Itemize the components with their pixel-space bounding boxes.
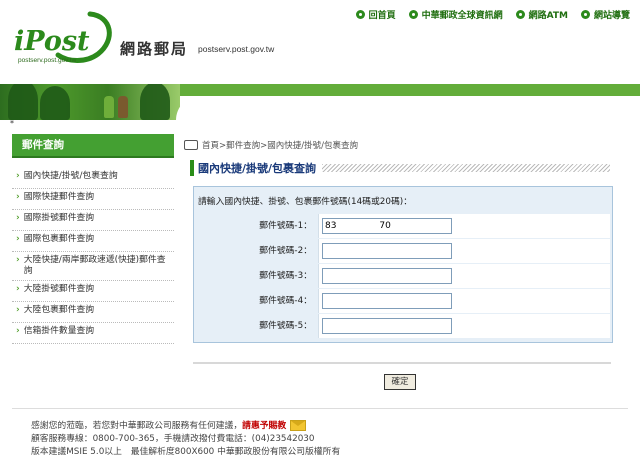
- form-row: 郵件號碼-3：: [196, 264, 610, 288]
- form-row: 郵件號碼-4：: [196, 289, 610, 313]
- nav-home[interactable]: 回首頁: [355, 8, 396, 21]
- mail-icon[interactable]: [290, 420, 307, 431]
- bullet-icon: [355, 10, 365, 19]
- tree-shape: [8, 84, 38, 120]
- sidebar-item-label[interactable]: 國內快捷/掛號/包裹查詢: [24, 171, 118, 182]
- chevron-right-icon: ›: [16, 234, 20, 244]
- title-marker: [190, 160, 194, 176]
- divider: [193, 362, 611, 364]
- mail-number-input-4[interactable]: [322, 293, 452, 309]
- nav-global-site-label[interactable]: 中華郵政全球資訊網: [422, 8, 503, 21]
- nav-sitemap[interactable]: 網站導覽: [580, 8, 630, 21]
- query-form: 請輸入國內快捷、掛號、包裹郵件號碼(14碼或20碼)： 郵件號碼-1： 郵件號碼…: [193, 186, 613, 343]
- field-cell: [318, 264, 610, 288]
- footer-copyright: 版本建議MSIE 5.0以上 最佳解析度800X600 中華郵政股份有限公司版權…: [31, 447, 341, 457]
- footer-thanks: 感謝您的蒞臨，若您對中華郵政公司服務有任何建議，: [31, 421, 243, 431]
- title-stripes: [322, 164, 610, 172]
- chevron-right-icon: ›: [16, 326, 20, 336]
- form-row: 郵件號碼-1：: [196, 214, 610, 238]
- sidebar-item-intl-parcel[interactable]: › 國際包裹郵件查詢: [12, 231, 174, 252]
- sidebar-item-mainland-parcel[interactable]: › 大陸包裹郵件查詢: [12, 302, 174, 323]
- sidebar: 郵件查詢 › 國內快捷/掛號/包裹查詢 › 國際快捷郵件查詢 › 國際掛號郵件查詢 ›…: [12, 134, 174, 344]
- footer-divider: [12, 408, 628, 409]
- star-mark: *: [10, 119, 14, 128]
- field-cell: [318, 214, 610, 238]
- confirm-button[interactable]: 確定: [384, 374, 416, 390]
- chevron-right-icon: ›: [16, 192, 20, 202]
- field-cell: [318, 239, 610, 263]
- breadcrumb-text[interactable]: 首頁>郵件查詢>國內快捷/掛號/包裹查詢: [202, 139, 358, 151]
- field-label: 郵件號碼-4：: [196, 289, 318, 313]
- child-figure: [104, 96, 114, 118]
- field-cell: [318, 289, 610, 313]
- mail-number-input-5[interactable]: [322, 318, 452, 334]
- sidebar-item-label[interactable]: 大陸快捷/兩岸郵政速遞(快捷)郵件查詢: [24, 255, 174, 277]
- field-label: 郵件號碼-2：: [196, 239, 318, 263]
- sidebar-title: 郵件查詢: [12, 134, 174, 158]
- home-icon: [184, 140, 198, 150]
- field-cell: [318, 314, 610, 338]
- sidebar-item-label[interactable]: 國際包裹郵件查詢: [24, 234, 94, 245]
- breadcrumb: 首頁>郵件查詢>國內快捷/掛號/包裹查詢: [184, 139, 358, 151]
- field-label: 郵件號碼-1：: [196, 214, 318, 238]
- field-label: 郵件號碼-3：: [196, 264, 318, 288]
- tree-shape: [140, 84, 170, 120]
- sidebar-item-pobox-count[interactable]: › 信箱掛件數量查詢: [12, 323, 174, 344]
- mail-number-input-1[interactable]: [322, 218, 452, 234]
- sidebar-item-label[interactable]: 大陸包裹郵件查詢: [24, 305, 94, 316]
- page-title-bar: 國內快捷/掛號/包裹查詢: [190, 158, 610, 178]
- child-figure: [118, 96, 128, 118]
- banner-curve: [176, 96, 640, 120]
- sidebar-item-label[interactable]: 國際快捷郵件查詢: [24, 192, 94, 203]
- chevron-right-icon: ›: [16, 255, 20, 265]
- site-url: postserv.post.gov.tw: [198, 44, 275, 54]
- mail-number-input-3[interactable]: [322, 268, 452, 284]
- bullet-icon: [408, 10, 418, 19]
- footer: 感謝您的蒞臨，若您對中華郵政公司服務有任何建議，請惠予賜教 顧客服務專線：080…: [31, 420, 340, 459]
- bullet-icon: [580, 10, 590, 19]
- site-name: 網路郵局: [120, 40, 189, 58]
- footer-line-1: 感謝您的蒞臨，若您對中華郵政公司服務有任何建議，請惠予賜教: [31, 420, 340, 433]
- sidebar-item-label[interactable]: 大陸掛號郵件查詢: [24, 284, 94, 295]
- svg-text:iPost: iPost: [14, 26, 90, 57]
- banner-photo: [0, 84, 180, 120]
- nav-home-label[interactable]: 回首頁: [369, 8, 396, 21]
- footer-hotline: 顧客服務專線：0800-700-365，手機請改撥付費電話：(04)235420…: [31, 434, 315, 444]
- chevron-right-icon: ›: [16, 171, 20, 181]
- sidebar-item-intl-express[interactable]: › 國際快捷郵件查詢: [12, 189, 174, 210]
- bullet-icon: [515, 10, 525, 19]
- mail-number-input-2[interactable]: [322, 243, 452, 259]
- feedback-link[interactable]: 請惠予賜教: [242, 421, 286, 431]
- top-nav: 回首頁 中華郵政全球資訊網 網路ATM 網站導覽: [355, 8, 630, 21]
- chevron-right-icon: ›: [16, 305, 20, 315]
- sidebar-item-mainland-registered[interactable]: › 大陸掛號郵件查詢: [12, 281, 174, 302]
- sidebar-item-label[interactable]: 信箱掛件數量查詢: [24, 326, 94, 337]
- sidebar-item-intl-registered[interactable]: › 國際掛號郵件查詢: [12, 210, 174, 231]
- chevron-right-icon: ›: [16, 284, 20, 294]
- form-row: 郵件號碼-2：: [196, 239, 610, 263]
- nav-global-site[interactable]: 中華郵政全球資訊網: [408, 8, 503, 21]
- sidebar-item-mainland-express[interactable]: › 大陸快捷/兩岸郵政速遞(快捷)郵件查詢: [12, 252, 174, 281]
- sidebar-item-label[interactable]: 國際掛號郵件查詢: [24, 213, 94, 224]
- nav-atm[interactable]: 網路ATM: [515, 8, 568, 21]
- tree-shape: [40, 86, 70, 120]
- form-row: 郵件號碼-5：: [196, 314, 610, 338]
- form-instruction: 請輸入國內快捷、掛號、包裹郵件號碼(14碼或20碼)：: [198, 197, 412, 207]
- header: iPost postserv.post.gov.tw 網路郵局 postserv…: [0, 0, 640, 84]
- sidebar-menu: › 國內快捷/掛號/包裹查詢 › 國際快捷郵件查詢 › 國際掛號郵件查詢 › 國際包裹郵…: [12, 168, 174, 344]
- svg-text:postserv.post.gov.tw: postserv.post.gov.tw: [18, 57, 77, 64]
- nav-atm-label[interactable]: 網路ATM: [529, 8, 568, 21]
- ipost-logo[interactable]: iPost postserv.post.gov.tw: [12, 10, 116, 68]
- sidebar-item-domestic[interactable]: › 國內快捷/掛號/包裹查詢: [12, 168, 174, 189]
- nav-sitemap-label[interactable]: 網站導覽: [594, 8, 630, 21]
- page-title: 國內快捷/掛號/包裹查詢: [198, 162, 317, 175]
- chevron-right-icon: ›: [16, 213, 20, 223]
- field-label: 郵件號碼-5：: [196, 314, 318, 338]
